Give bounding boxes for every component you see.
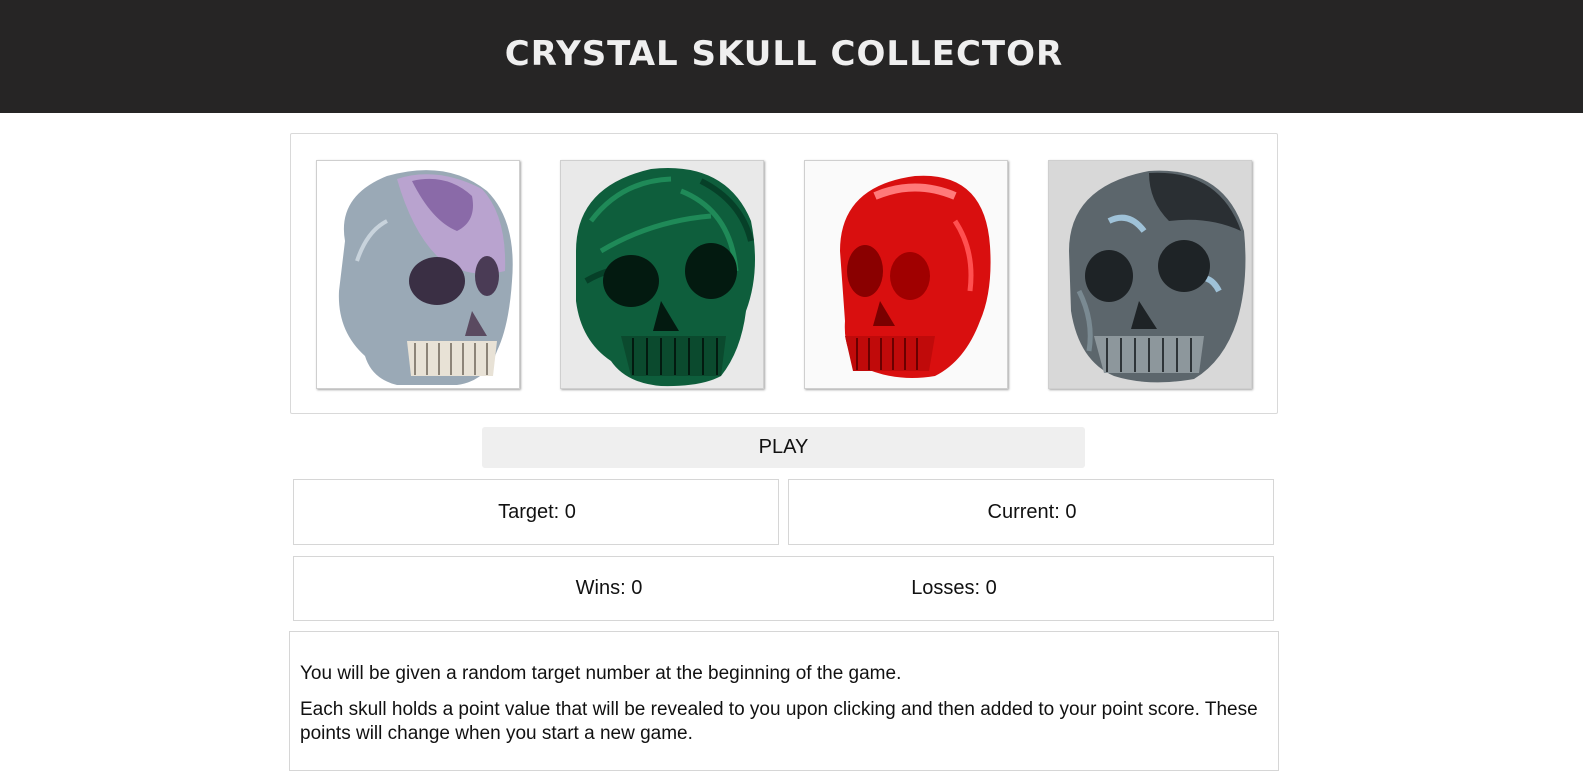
malachite-skull-image [561,161,763,388]
instructions-panel: You will be given a random target number… [289,631,1279,771]
labradorite-skull-image [1049,161,1251,388]
red-crystal-skull-image [805,161,1007,388]
losses-label: Losses: 0 [911,577,997,599]
record-box: Wins: 0 Losses: 0 [293,556,1274,621]
instructions-line-2: Each skull holds a point value that will… [300,699,1258,744]
amethyst-skull-button[interactable] [316,160,520,389]
target-box: Target: 0 [293,479,779,545]
labradorite-skull-button[interactable] [1048,160,1252,389]
red-crystal-skull-button[interactable] [804,160,1008,389]
current-label: Current: 0 [987,500,1077,523]
header-bar: CRYSTAL SKULL COLLECTOR [0,0,1583,113]
wins-label: Wins: 0 [575,577,643,599]
play-button[interactable]: PLAY [482,427,1085,468]
instructions-line-1: You will be given a random target number… [300,663,902,684]
page-title: CRYSTAL SKULL COLLECTOR [504,34,1064,74]
malachite-skull-button[interactable] [560,160,764,389]
amethyst-skull-image [317,161,519,388]
current-box: Current: 0 [788,479,1274,545]
skull-gallery [290,133,1278,414]
target-label: Target: 0 [498,500,576,523]
